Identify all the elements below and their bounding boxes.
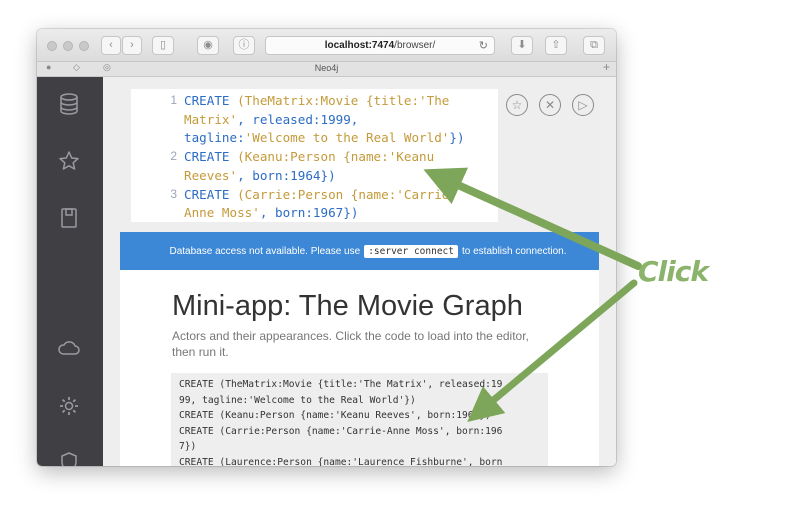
editor-code-line: Reeves', born:1964}) [184,167,336,185]
line-number: 3 [170,186,177,201]
url-host: localhost:7474 [324,40,395,51]
tab-bar: ● ◇ ◎ Neo4j + [37,60,616,77]
gear-icon[interactable] [58,395,80,417]
guide-code-line: CREATE (Keanu:Person {name:'Keanu Reeves… [179,410,491,421]
clear-x-button[interactable]: ✕ [539,94,561,116]
runnable-code-block[interactable]: CREATE (TheMatrix:Movie {title:'The Matr… [171,373,548,466]
close-window-button[interactable] [47,41,57,51]
tabs-icon: ⧉ [590,39,598,51]
back-button[interactable]: ‹ [101,36,121,55]
guide-subtitle: Actors and their appearances. Click the … [172,329,529,359]
extension-button[interactable]: ◉ [197,36,219,55]
minimize-window-button[interactable] [63,41,73,51]
server-connect-command[interactable]: :server connect [364,244,458,258]
document-icon[interactable] [58,207,80,229]
zoom-window-button[interactable] [79,41,89,51]
code-string: Matrix' [184,111,238,127]
guide-code-line: CREATE (TheMatrix:Movie {title:'The Matr… [179,379,503,390]
tab-title[interactable]: Neo4j [37,63,616,73]
editor-code-line: Matrix', released:1999, [184,111,358,129]
database-icon[interactable] [58,93,80,115]
reload-icon[interactable]: ↻ [479,39,488,52]
code-string: Anne Moss' [184,205,260,221]
share-button[interactable]: ⇧ [545,36,567,55]
guide-title: Mini-app: The Movie Graph [172,290,523,322]
code-keyword: tagline: [184,130,245,146]
editor-code-line: CREATE (TheMatrix:Movie {title:'The [184,92,449,110]
code-string: 'Welcome to the Real World' [244,130,450,146]
guide-card: Mini-app: The Movie Graph Actors and the… [120,270,600,466]
download-button[interactable]: ⬇ [511,36,533,55]
shield-icon[interactable] [58,451,80,466]
code-keyword: , released:1999, [237,111,359,127]
code-string: Reeves' [184,167,238,183]
connection-banner: Database access not available. Please us… [120,232,616,270]
cloud-icon[interactable] [58,337,80,359]
forward-button[interactable]: › [122,36,142,55]
browser-window: ‹ › ▯ ◉ ⓘ localhost:7474/browser/ ↻ ⬇ ⇧ … [37,29,616,466]
share-icon: ⇧ [551,39,561,51]
editor-code-line: Anne Moss', born:1967}) [184,204,358,222]
scrollbar[interactable] [599,77,616,466]
code-keyword: , born:1964}) [237,167,336,183]
info-icon: ⓘ [238,39,250,51]
chevron-left-icon: ‹ [109,39,113,51]
title-bar: ‹ › ▯ ◉ ⓘ localhost:7474/browser/ ↻ ⬇ ⇧ … [37,29,616,62]
banner-text-before: Database access not available. Please us… [169,245,361,257]
code-string: (TheMatrix:Movie {title:'The [237,93,450,108]
address-bar[interactable]: localhost:7474/browser/ ↻ [265,36,495,55]
editor-code-line: tagline:'Welcome to the Real World'}) [184,129,465,147]
info-button[interactable]: ⓘ [233,36,255,55]
extension-icon: ◉ [203,39,213,51]
editor-code-line: CREATE (Carrie:Person {name:'Carrie- [184,186,457,204]
download-icon: ⬇ [517,39,527,51]
new-tab-button[interactable]: + [603,60,610,74]
query-editor[interactable]: 1 CREATE (TheMatrix:Movie {title:'The Matr… [131,89,498,222]
url-path: /browser/ [394,40,436,51]
favorite-star-button[interactable]: ☆ [506,94,528,116]
line-number: 1 [170,93,177,107]
code-string: (Keanu:Person {name:'Keanu [237,149,435,165]
click-annotation-label: Click [638,255,709,288]
run-play-button[interactable]: ▷ [572,94,594,116]
code-keyword: CREATE [184,186,238,202]
sidebar-toggle-button[interactable]: ▯ [152,36,174,55]
code-keyword: CREATE [184,149,238,165]
code-keyword: }) [449,130,465,146]
sidebar-icon: ▯ [159,39,167,51]
guide-code-line: CREATE (Laurence:Person {name:'Laurence … [179,456,503,467]
guide-code-line: 99, tagline:'Welcome to the Real World'}… [179,394,416,406]
chevron-right-icon: › [130,39,134,51]
code-keyword: CREATE [184,93,238,108]
guide-code-line: 7}) [179,441,197,452]
main-content: 1 CREATE (TheMatrix:Movie {title:'The Matr… [103,77,616,466]
sidebar [37,77,103,466]
banner-text-after: to establish connection. [461,245,567,257]
guide-code-line: CREATE (Carrie:Person {name:'Carrie-Anne… [179,425,503,437]
star-icon[interactable] [58,150,80,172]
code-string: (Carrie:Person {name:'Carrie- [237,186,457,202]
tabs-overview-button[interactable]: ⧉ [583,36,605,55]
line-number: 2 [170,149,177,164]
editor-code-line: CREATE (Keanu:Person {name:'Keanu [184,148,434,166]
code-keyword: , born:1967}) [259,205,359,221]
